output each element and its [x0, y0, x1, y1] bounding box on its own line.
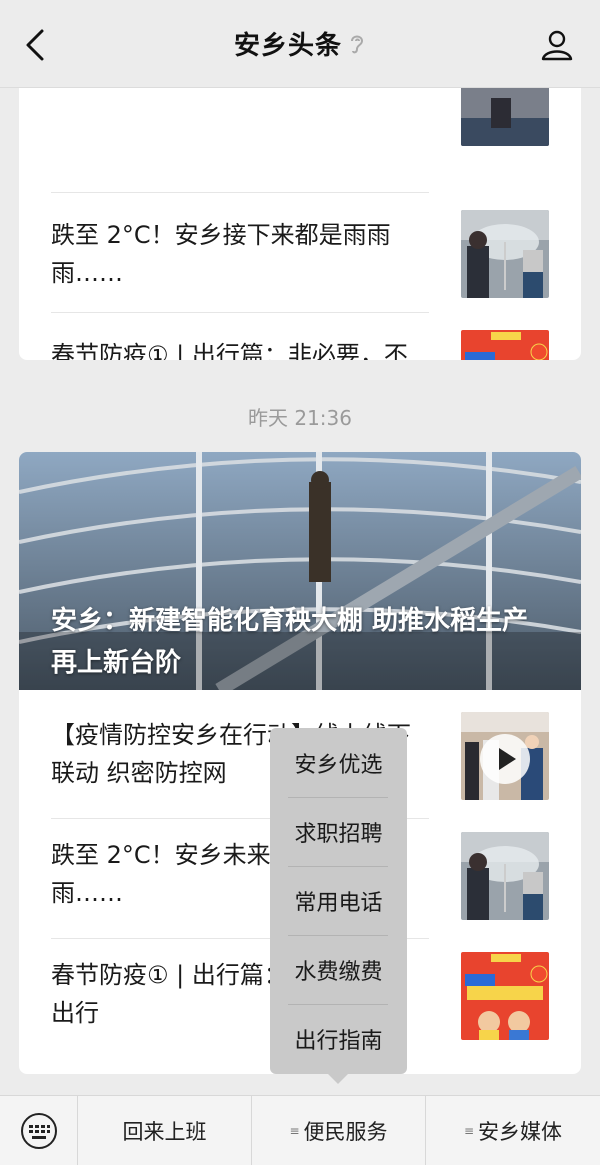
- article-title[interactable]: 跌至 2°C！安乡接下来都是雨雨雨……: [51, 216, 431, 292]
- menu-item-water-bill[interactable]: 水费缴费: [270, 935, 407, 1004]
- article-thumbnail[interactable]: [461, 832, 549, 920]
- menu-item-travel-guide[interactable]: 出行指南: [270, 1004, 407, 1073]
- bottom-menu-bar: 回来上班 ≡ 便民服务 ≡ 安乡媒体: [0, 1095, 600, 1165]
- article-card: 跌至 2°C！安乡接下来都是雨雨雨…… 春节防疫① | 出行篇：非必要，不出行: [19, 88, 581, 360]
- keyboard-toggle[interactable]: [0, 1095, 78, 1165]
- article-thumbnail[interactable]: [461, 330, 549, 360]
- divider: [51, 192, 429, 193]
- menu-lines-icon: ≡: [463, 1123, 475, 1138]
- ear-icon: [351, 35, 364, 53]
- menu-lines-icon: ≡: [289, 1123, 300, 1138]
- menu-item-jobs[interactable]: 求职招聘: [270, 797, 407, 866]
- tab-label: 安乡媒体: [478, 1119, 563, 1144]
- message-timestamp: 昨天 21:36: [248, 406, 352, 430]
- divider: [51, 312, 429, 313]
- header-bar: 安乡头条: [0, 0, 600, 88]
- keyboard-icon: [20, 1112, 57, 1149]
- tab-label: 回来上班: [122, 1119, 207, 1144]
- back-arrow-icon[interactable]: [22, 28, 50, 62]
- article-thumbnail[interactable]: [461, 210, 549, 298]
- article-title[interactable]: 春节防疫① | 出行篇：非必要，不出行: [51, 336, 431, 360]
- hero-title[interactable]: 安乡：新建智能化育秧大棚 助推水稻生产再上新台阶: [51, 600, 551, 684]
- menu-item-youxuan[interactable]: 安乡优选: [270, 728, 407, 797]
- tab-back-to-work[interactable]: 回来上班: [78, 1095, 252, 1165]
- article-thumbnail[interactable]: [461, 88, 549, 146]
- tab-anxiang-media[interactable]: ≡ 安乡媒体: [426, 1096, 600, 1165]
- page-title: 安乡头条: [233, 31, 342, 61]
- play-icon[interactable]: [479, 733, 531, 785]
- tab-label: 便民服务: [303, 1119, 388, 1144]
- menu-item-phone[interactable]: 常用电话: [270, 866, 407, 935]
- service-popup-menu: 安乡优选 求职招聘 常用电话 水费缴费 出行指南: [270, 728, 407, 1084]
- profile-icon[interactable]: [540, 28, 574, 62]
- article-thumbnail[interactable]: [461, 952, 549, 1040]
- hero-image[interactable]: 安乡：新建智能化育秧大棚 助推水稻生产再上新台阶: [19, 452, 581, 690]
- tab-convenience-services[interactable]: ≡ 便民服务: [252, 1095, 426, 1165]
